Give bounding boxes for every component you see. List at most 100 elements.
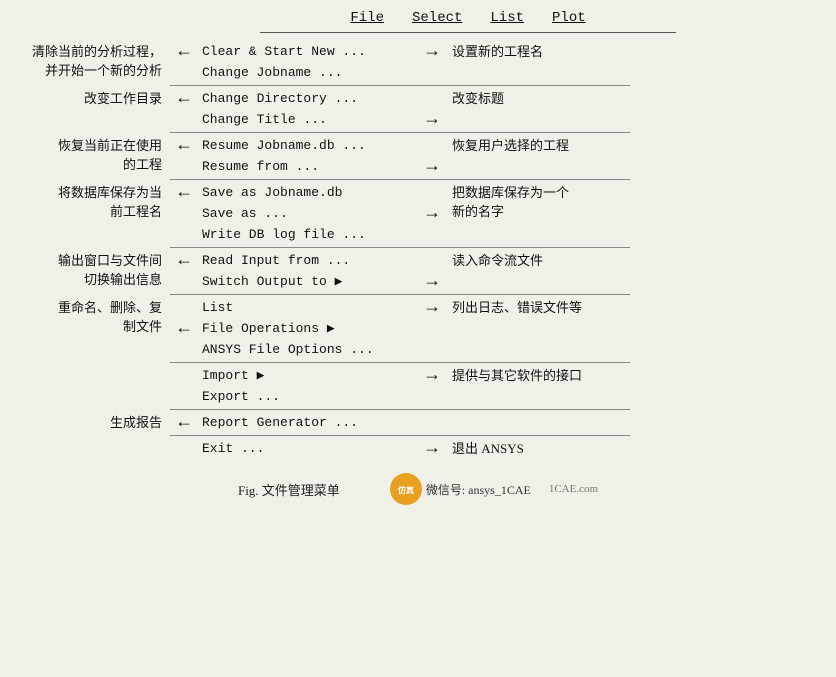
arrow-right-icon	[418, 136, 446, 156]
menu-row: ←Clear & Start New ...→	[170, 41, 446, 62]
arrow-right-icon: →	[418, 298, 446, 318]
group-group3: 恢复当前正在使用 的工程←Resume Jobname.db ... Resum…	[0, 135, 836, 177]
menu-row: Resume from ...→	[170, 156, 446, 177]
right-annotation-group4: 把数据库保存为一个 新的名字	[446, 182, 646, 222]
arrow-left-icon	[170, 272, 198, 292]
menu-item-text: Clear & Start New ...	[198, 44, 418, 59]
right-annotation-group1: 设置新的工程名	[446, 41, 646, 62]
menu-item-text: List	[198, 300, 418, 315]
menu-item-text: Resume Jobname.db ...	[198, 138, 418, 153]
menu-row: ←Read Input from ...	[170, 250, 446, 271]
arrow-left-icon	[170, 225, 198, 245]
arrow-right-icon	[418, 63, 446, 83]
arrow-left-icon	[170, 340, 198, 360]
menu-bar: File Select List Plot	[260, 10, 676, 33]
right-annotation-group9: 退出 ANSYS	[446, 438, 646, 459]
divider	[170, 247, 630, 248]
menu-item-text: Change Title ...	[198, 112, 418, 127]
arrow-left-icon: ←	[170, 413, 198, 433]
arrow-left-icon: ←	[170, 251, 198, 271]
arrow-right-icon: →	[418, 110, 446, 130]
menu-row: Exit ...→	[170, 438, 446, 459]
menu-file[interactable]: File	[350, 10, 384, 26]
left-annotation-group5: 输出窗口与文件间 切换输出信息	[0, 250, 170, 290]
menu-row: Save as ...→	[170, 203, 446, 224]
menu-item-text: Read Input from ...	[198, 253, 418, 268]
left-annotation-group4: 将数据库保存为当 前工程名	[0, 182, 170, 222]
menu-row: List→	[170, 297, 446, 318]
divider	[170, 435, 630, 436]
arrow-left-icon: ←	[170, 183, 198, 203]
left-annotation-group2: 改变工作目录	[0, 88, 170, 109]
menu-row: Change Title ...→	[170, 109, 446, 130]
arrow-right-icon: →	[418, 366, 446, 386]
arrow-left-icon: ←	[170, 89, 198, 109]
left-annotation-group6: 重命名、删除、复 制文件	[0, 297, 170, 337]
arrow-right-icon	[418, 413, 446, 433]
arrow-right-icon: →	[418, 439, 446, 459]
footer-logo: 仿真 微信号: ansys_1CAE	[390, 473, 531, 505]
group-group7: Import ▶→ Export ... 提供与其它软件的接口	[0, 365, 836, 407]
group-group2: 改变工作目录←Change Directory ... Change Title…	[0, 88, 836, 130]
menu-row: ←File Operations ▶	[170, 318, 446, 339]
arrow-left-icon: ←	[170, 42, 198, 62]
arrow-right-icon: →	[418, 157, 446, 177]
group-group1: 清除当前的分析过程， 并开始一个新的分析←Clear & Start New .…	[0, 41, 836, 83]
menu-item-text: Report Generator ...	[198, 415, 418, 430]
menu-row: ←Change Directory ...	[170, 88, 446, 109]
menu-item-text: Resume from ...	[198, 159, 418, 174]
right-annotation-group7: 提供与其它软件的接口	[446, 365, 646, 386]
menu-item-text: Save as ...	[198, 206, 418, 221]
divider	[170, 85, 630, 86]
right-annotation-group2: 改变标题	[446, 88, 646, 109]
left-annotation-group8: 生成报告	[0, 412, 170, 433]
menu-item-text: Write DB log file ...	[198, 227, 418, 242]
menu-item-text: Exit ...	[198, 441, 418, 456]
menu-row: Export ...	[170, 386, 446, 407]
arrow-left-icon: ←	[170, 136, 198, 156]
menu-row: Import ▶→	[170, 365, 446, 386]
menu-item-text: Switch Output to ▶	[198, 274, 418, 289]
arrow-left-icon	[170, 298, 198, 318]
menu-item-text: Import ▶	[198, 368, 418, 383]
arrow-right-icon	[418, 340, 446, 360]
arrow-left-icon	[170, 387, 198, 407]
menu-item-text: Export ...	[198, 389, 418, 404]
menu-item-text: Save as Jobname.db	[198, 185, 418, 200]
group-group9: Exit ...→退出 ANSYS	[0, 438, 836, 459]
menu-plot[interactable]: Plot	[552, 10, 586, 26]
arrow-right-icon	[418, 183, 446, 203]
arrow-left-icon: ←	[170, 319, 198, 339]
left-annotation-group9	[0, 438, 170, 440]
left-annotation-group3: 恢复当前正在使用 的工程	[0, 135, 170, 175]
svg-text:仿真: 仿真	[398, 485, 414, 495]
menu-row: Write DB log file ...	[170, 224, 446, 245]
right-annotation-group5: 读入命令流文件	[446, 250, 646, 271]
arrow-left-icon	[170, 439, 198, 459]
arrow-right-icon	[418, 387, 446, 407]
page-container: File Select List Plot 清除当前的分析过程， 并开始一个新的…	[0, 0, 836, 677]
menu-select[interactable]: Select	[412, 10, 462, 26]
menu-row: ←Report Generator ...	[170, 412, 446, 433]
menu-list[interactable]: List	[490, 10, 524, 26]
arrow-right-icon	[418, 89, 446, 109]
logo-icon: 仿真	[390, 473, 422, 505]
left-annotation-group1: 清除当前的分析过程， 并开始一个新的分析	[0, 41, 170, 81]
footer-site: 1CAE.com	[549, 483, 598, 495]
group-group6: 重命名、删除、复 制文件 List→←File Operations ▶ ANS…	[0, 297, 836, 360]
arrow-left-icon	[170, 366, 198, 386]
divider	[170, 409, 630, 410]
footer-brand-text: 微信号: ansys_1CAE	[426, 481, 531, 498]
group-group4: 将数据库保存为当 前工程名←Save as Jobname.db Save as…	[0, 182, 836, 245]
arrow-right-icon	[418, 251, 446, 271]
menu-item-text: Change Jobname ...	[198, 65, 418, 80]
arrow-left-icon	[170, 157, 198, 177]
menu-row: ←Save as Jobname.db	[170, 182, 446, 203]
menu-row: ←Resume Jobname.db ...	[170, 135, 446, 156]
menu-item-text: ANSYS File Options ...	[198, 342, 418, 357]
divider	[170, 362, 630, 363]
divider	[170, 179, 630, 180]
menu-item-text: Change Directory ...	[198, 91, 418, 106]
arrow-right-icon: →	[418, 204, 446, 224]
menu-item-text: File Operations ▶	[198, 321, 418, 336]
